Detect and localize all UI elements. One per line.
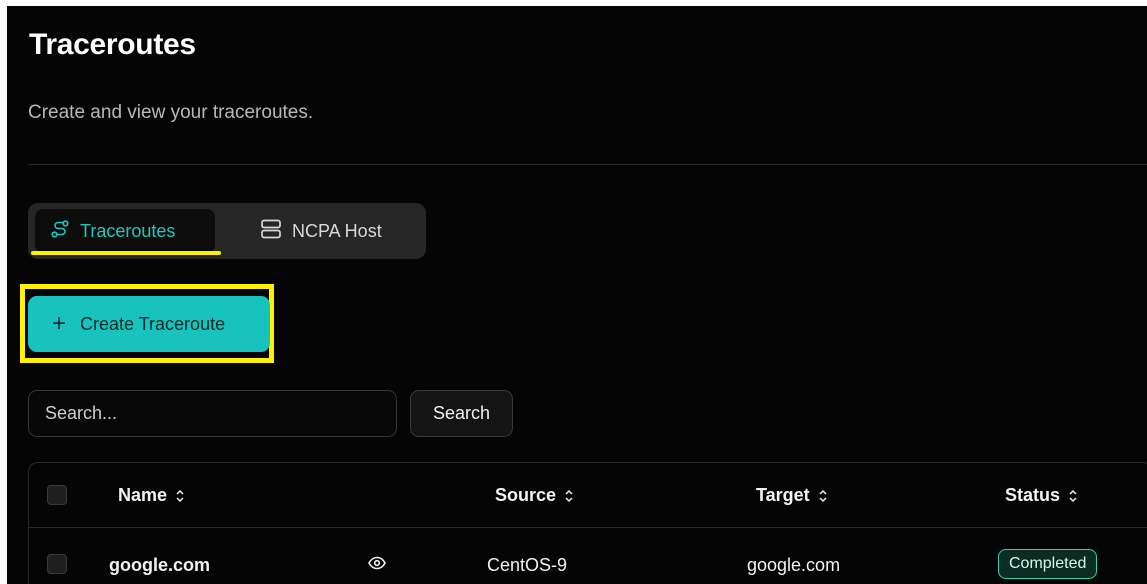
header-row-divider	[29, 527, 1147, 528]
sort-icon	[176, 489, 184, 502]
sort-icon	[1069, 489, 1077, 502]
tab-traceroutes[interactable]: Traceroutes	[35, 209, 215, 253]
eye-icon[interactable]	[368, 556, 386, 570]
page-title: Traceroutes	[29, 28, 196, 61]
row-target: google.com	[747, 555, 841, 575]
sort-icon	[565, 489, 573, 502]
tab-traceroutes-label: Traceroutes	[80, 220, 176, 241]
tab-list: Traceroutes NCPA Host	[28, 203, 426, 259]
column-header-name[interactable]: Name	[118, 485, 185, 506]
column-header-target[interactable]: Target	[756, 485, 828, 506]
tab-ncpa-host-label: NCPA Host	[292, 220, 382, 241]
create-traceroute-label: Create Traceroute	[80, 313, 226, 334]
row-name[interactable]: google.com	[109, 555, 210, 576]
select-all-checkbox[interactable]	[47, 485, 67, 505]
search-button[interactable]: Search	[410, 390, 513, 437]
active-tab-underline	[31, 251, 221, 255]
create-traceroute-button[interactable]: + Create Traceroute	[28, 296, 270, 352]
header-divider	[28, 164, 1147, 165]
server-icon	[260, 218, 282, 245]
status-badge: Completed	[998, 549, 1098, 579]
column-header-source[interactable]: Source	[495, 485, 574, 506]
sort-icon	[819, 489, 827, 502]
route-icon	[50, 219, 70, 244]
column-header-status[interactable]: Status	[1005, 485, 1078, 506]
row-checkbox[interactable]	[47, 554, 67, 574]
traceroutes-table: Name Source Target Status google.com Cen…	[28, 462, 1147, 584]
tab-ncpa-host[interactable]: NCPA Host	[254, 209, 424, 253]
plus-icon: +	[52, 310, 67, 337]
search-input[interactable]	[28, 390, 397, 437]
app-window: Traceroutes Create and view your tracero…	[7, 6, 1147, 584]
row-source: CentOS-9	[487, 555, 568, 575]
page-subtitle: Create and view your traceroutes.	[28, 102, 314, 123]
